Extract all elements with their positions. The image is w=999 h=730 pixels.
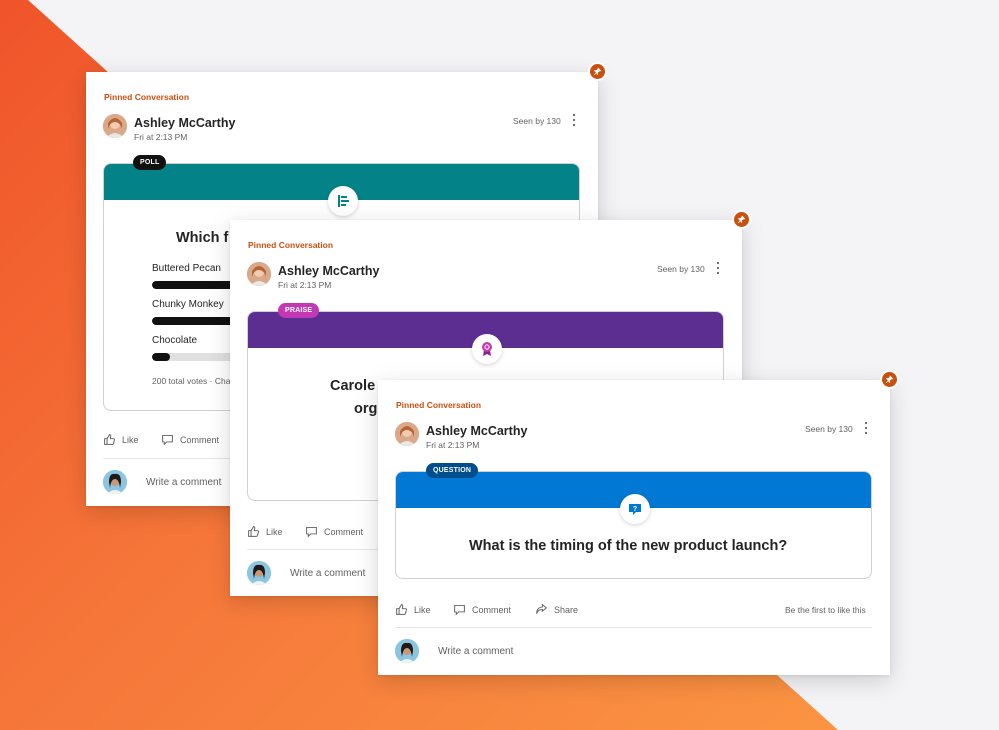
post-timestamp: Fri at 2:13 PM	[426, 440, 480, 450]
pin-icon[interactable]	[882, 372, 897, 387]
post-timestamp: Fri at 2:13 PM	[134, 132, 188, 142]
comment-icon	[454, 604, 465, 616]
share-button[interactable]: Share	[535, 603, 578, 616]
poll-option-label[interactable]: Chocolate	[152, 335, 197, 346]
comment-icon	[306, 526, 317, 538]
pinned-conversation-label: Pinned Conversation	[396, 400, 482, 410]
more-options-icon[interactable]	[714, 261, 722, 275]
question-bubble-icon: ?	[620, 494, 650, 524]
like-icon	[248, 526, 259, 537]
divider	[395, 627, 872, 628]
poll-option-label[interactable]: Chunky Monkey	[152, 299, 224, 310]
like-label: Like	[122, 434, 139, 445]
post-timestamp: Fri at 2:13 PM	[278, 280, 332, 290]
pinned-conversation-label: Pinned Conversation	[104, 92, 190, 102]
like-status-text: Be the first to like this	[785, 605, 866, 615]
poll-option-label[interactable]: Buttered Pecan	[152, 263, 221, 274]
post-type-badge: QUESTION	[426, 463, 479, 478]
pinned-conversation-label: Pinned Conversation	[248, 240, 334, 250]
more-options-icon[interactable]	[862, 421, 870, 435]
like-label: Like	[414, 604, 431, 615]
pin-icon[interactable]	[590, 64, 605, 79]
like-icon	[104, 434, 115, 445]
praise-title-line2: org	[354, 401, 378, 417]
poll-total-votes: 200 total votes · Cha	[152, 376, 231, 386]
poll-question: Which f	[176, 230, 229, 246]
seen-by-count[interactable]: Seen by 130	[657, 264, 705, 274]
comment-label: Comment	[472, 604, 512, 615]
comment-button[interactable]: Comment	[305, 525, 363, 538]
like-button[interactable]: Like	[103, 433, 139, 446]
seen-by-count[interactable]: Seen by 130	[513, 116, 561, 126]
current-user-avatar	[103, 470, 127, 494]
comment-input[interactable]: Write a comment	[290, 568, 365, 579]
comment-button[interactable]: Comment	[453, 603, 511, 616]
comment-icon	[162, 434, 173, 446]
like-label: Like	[266, 526, 283, 537]
conversation-card-question: Pinned Conversation Ashley McCarthy Fri …	[378, 380, 890, 675]
award-ribbon-icon	[472, 334, 502, 364]
author-name[interactable]: Ashley McCarthy	[278, 264, 379, 278]
svg-text:?: ?	[633, 506, 637, 513]
more-options-icon[interactable]	[570, 113, 578, 127]
like-button[interactable]: Like	[395, 603, 431, 616]
post-type-badge: POLL	[133, 155, 167, 170]
post-type-badge: PRAISE	[278, 303, 320, 318]
poll-icon	[328, 186, 358, 216]
comment-input[interactable]: Write a comment	[438, 646, 513, 657]
author-avatar[interactable]	[395, 422, 419, 446]
current-user-avatar	[247, 561, 271, 585]
like-icon	[396, 604, 407, 615]
comment-input[interactable]: Write a comment	[146, 477, 221, 488]
author-name[interactable]: Ashley McCarthy	[426, 424, 527, 438]
seen-by-count[interactable]: Seen by 130	[805, 424, 853, 434]
comment-label: Comment	[324, 526, 364, 537]
pin-icon[interactable]	[734, 212, 749, 227]
share-label: Share	[554, 604, 579, 615]
author-name[interactable]: Ashley McCarthy	[134, 116, 235, 130]
praise-title-line1: Carole	[330, 378, 376, 394]
current-user-avatar	[395, 639, 419, 663]
question-post: ? What is the timing of the new product …	[395, 471, 872, 579]
author-avatar[interactable]	[103, 114, 127, 138]
like-button[interactable]: Like	[247, 525, 283, 538]
author-avatar[interactable]	[247, 262, 271, 286]
share-icon	[536, 603, 548, 614]
question-text: What is the timing of the new product la…	[469, 538, 788, 554]
comment-label: Comment	[180, 434, 220, 445]
comment-button[interactable]: Comment	[161, 433, 219, 446]
